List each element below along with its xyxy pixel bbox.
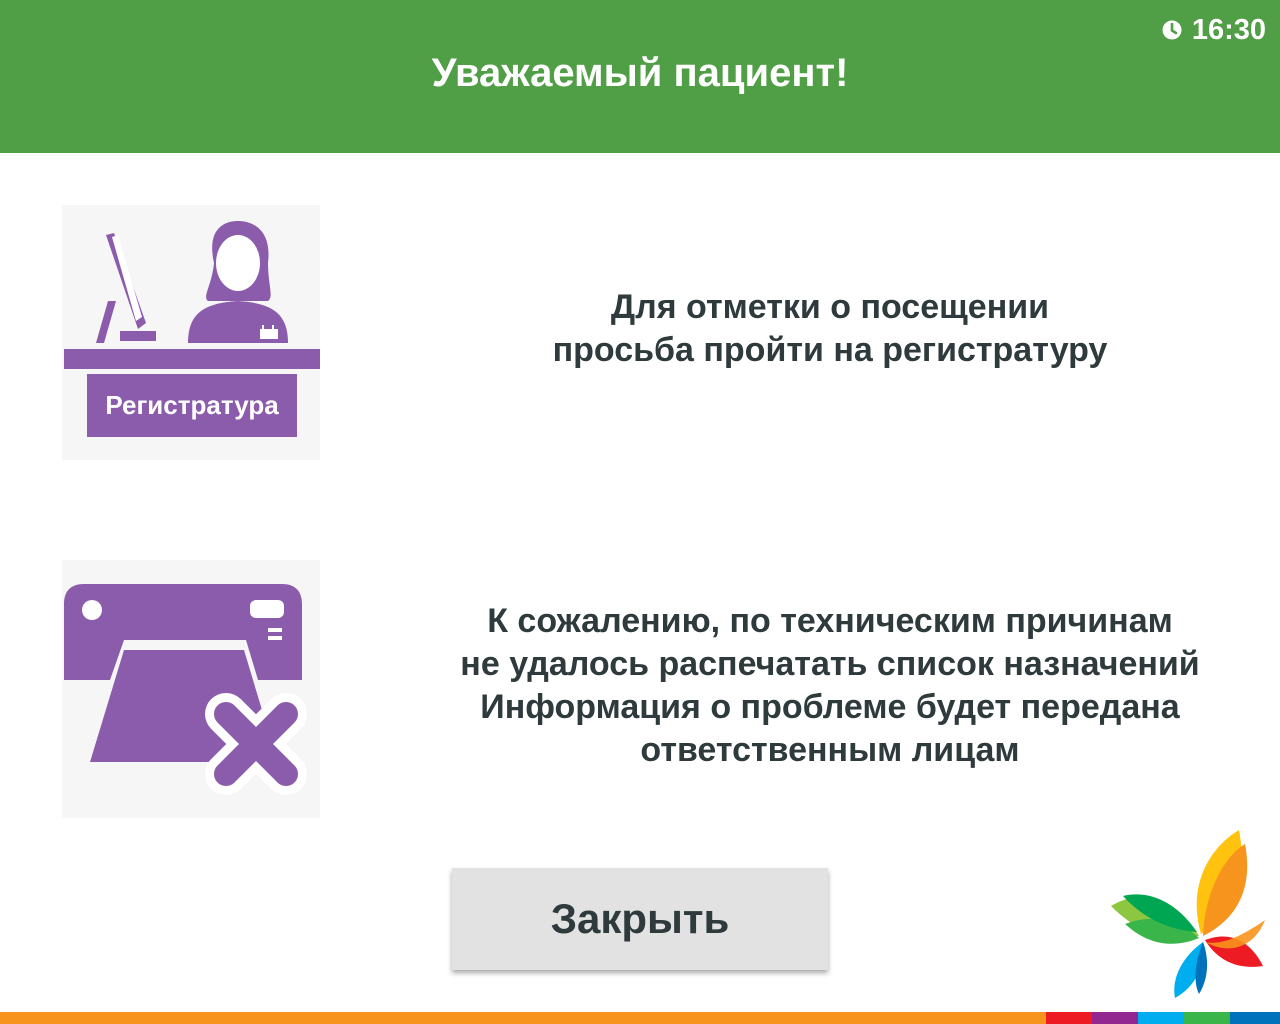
page-title: Уважаемый пациент!	[431, 51, 849, 95]
registry-message-line: Для отметки о посещении	[610, 288, 1050, 326]
butterfly-logo-icon	[1105, 826, 1275, 1001]
print-error-message-line: не удалось распечатать список назначений	[460, 645, 1200, 683]
print-error-message: К сожалению, по техническим причинам не …	[420, 600, 1240, 772]
clock-time: 16:30	[1191, 13, 1266, 46]
registry-label: Регистратура	[87, 374, 297, 437]
patient-notice-screen: Уважаемый пациент! 16:30 Регистратура Дл…	[0, 0, 1280, 1024]
print-error-message-line: К сожалению, по техническим причинам	[487, 602, 1173, 640]
clock: 16:30	[1162, 14, 1266, 46]
printer-error-icon	[62, 560, 320, 818]
registry-message: Для отметки о посещении просьба пройти н…	[420, 286, 1240, 372]
registry-message-line: просьба пройти на регистратуру	[552, 331, 1108, 369]
print-error-message-line: ответственным лицам	[640, 731, 1020, 769]
close-button[interactable]: Закрыть	[452, 868, 828, 970]
header-bar: Уважаемый пациент! 16:30	[0, 0, 1280, 153]
footer-color-bar	[0, 1012, 1280, 1024]
clock-icon	[1162, 20, 1182, 40]
print-error-message-line: Информация о проблеме будет передана	[480, 688, 1180, 726]
